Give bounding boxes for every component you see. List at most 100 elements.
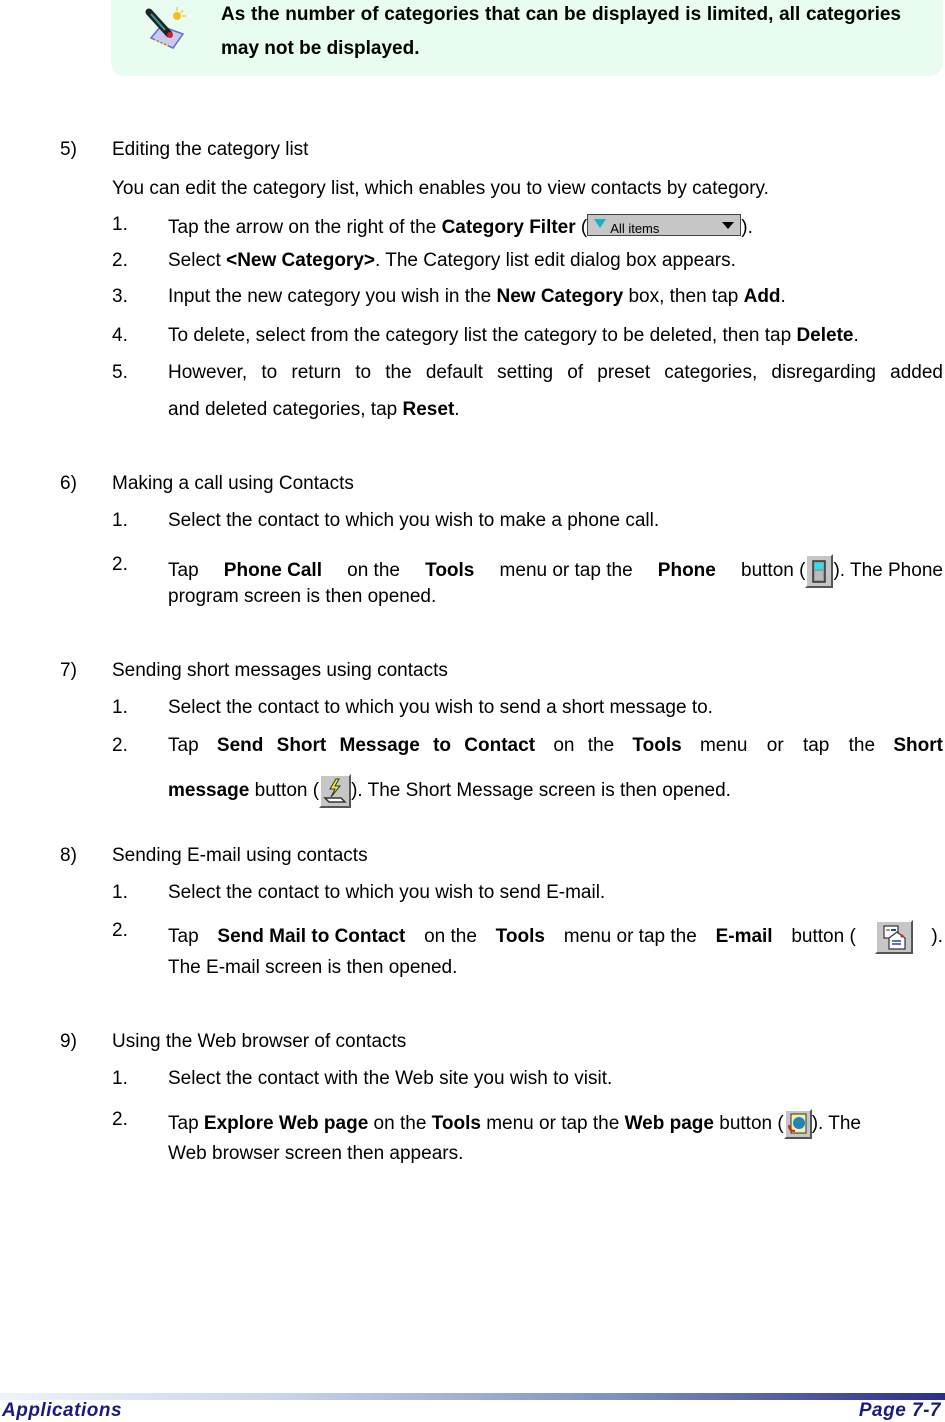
text: . The Category list edit dialog box appe…	[375, 250, 736, 271]
s6-step-2-line2: program screen is then opened.	[168, 586, 437, 607]
s5-step-2: Select <New Category>. The Category list…	[168, 250, 736, 272]
text: ). The	[811, 1113, 861, 1134]
s9-step-2-line2: Web browser screen then appears.	[168, 1143, 464, 1164]
text: Tap	[168, 926, 199, 947]
s8-step-2-num: 2.	[112, 920, 128, 941]
filter-icon	[594, 219, 607, 228]
message-term: message	[168, 780, 250, 801]
s6-step-2-num: 2.	[112, 554, 128, 575]
email-button[interactable]	[874, 920, 913, 954]
tools-term: Tools	[632, 735, 682, 756]
phone-button-ref: button ( ). The Phone	[741, 554, 943, 588]
email-icon	[882, 925, 906, 950]
new-category-term: <New Category>	[226, 250, 375, 271]
text: Tap	[168, 1113, 204, 1134]
delete-term: Delete	[796, 325, 854, 346]
section-6-title: Making a call using Contacts	[112, 473, 354, 494]
text: on the	[553, 735, 615, 756]
phone-term: Phone	[657, 560, 716, 581]
s5-step-5-num: 5.	[112, 362, 128, 383]
text: .	[780, 286, 786, 307]
s9-step-1: Select the contact with the Web site you…	[168, 1068, 613, 1089]
s8-step-2-line1: Tap Send Mail to Contact on the Tools me…	[168, 920, 943, 954]
web-page-button[interactable]	[783, 1109, 812, 1139]
text: on the	[347, 560, 400, 581]
short-term: Short	[893, 735, 943, 756]
s7-step-2-line2: message button ( ). The Short Message sc…	[168, 774, 731, 808]
category-filter-dropdown[interactable]: All items	[587, 214, 742, 236]
section-8-number: 8)	[60, 845, 77, 866]
add-term: Add	[743, 286, 781, 307]
s6-step-2-line1: Tap Phone Call on the Tools menu or tap …	[168, 554, 943, 588]
globe-icon	[787, 1113, 807, 1134]
s9-step-2-line1: Tap Explore Web page on the Tools menu o…	[168, 1109, 861, 1139]
text: menu or tap the	[699, 735, 876, 756]
s5-step-3-num: 3.	[112, 286, 128, 307]
footer-page-number: Page 7-7	[858, 1400, 941, 1421]
s9-step-1-num: 1.	[112, 1068, 128, 1089]
text: and deleted categories, tap	[168, 399, 403, 420]
text: To delete, select from the category list…	[168, 325, 797, 346]
section-5-number: 5)	[60, 139, 77, 160]
footer-divider	[0, 1393, 945, 1400]
send-mail-term: Send Mail to Contact	[217, 926, 406, 947]
section-5-title: Editing the category list	[112, 139, 309, 160]
text: ). The Short Message screen is then open…	[351, 780, 731, 801]
text: button (	[791, 926, 856, 947]
web-page-term: Web page	[624, 1113, 714, 1134]
section-9-number: 9)	[60, 1031, 77, 1052]
s6-step-1: Select the contact to which you wish to …	[168, 510, 660, 531]
s5-step-5-line2: and deleted categories, tap Reset.	[168, 399, 460, 421]
tools-term: Tools	[425, 560, 475, 581]
s5-step-1: Tap the arrow on the right of the Catego…	[168, 214, 753, 239]
send-short-message-term: Send Short Message to Contact	[216, 735, 536, 756]
text: ).	[741, 217, 753, 238]
category-filter-term: Category Filter	[441, 217, 576, 238]
phone-button[interactable]	[805, 554, 834, 588]
text: menu or tap the	[563, 926, 697, 947]
section-8-title: Sending E-mail using contacts	[112, 845, 368, 866]
s7-step-1-num: 1.	[112, 697, 128, 718]
s7-step-2-line1: Tap Send Short Message to Contact on the…	[168, 735, 943, 757]
s7-step-1: Select the contact to which you wish to …	[168, 697, 713, 718]
footer-section-title: Applications	[2, 1400, 123, 1421]
text: menu or tap the	[499, 560, 633, 581]
phone-icon	[812, 560, 827, 583]
text: menu or tap the	[480, 1113, 625, 1134]
s8-step-1: Select the contact to which you wish to …	[168, 882, 606, 903]
text: on the	[424, 926, 477, 947]
section-6-number: 6)	[60, 473, 77, 494]
s8-step-2-line2: The E-mail screen is then opened.	[168, 957, 458, 978]
text: (	[575, 217, 588, 238]
section-7-title: Sending short messages using contacts	[112, 660, 448, 681]
s9-step-2-num: 2.	[112, 1109, 128, 1130]
text: ).	[931, 926, 943, 947]
note-text: As the number of categories that can be …	[221, 4, 901, 59]
short-message-button[interactable]	[319, 774, 352, 808]
email-term: E-mail	[715, 926, 773, 947]
s8-step-1-num: 1.	[112, 882, 128, 903]
chevron-down-icon	[722, 222, 735, 229]
explore-web-page-term: Explore Web page	[203, 1113, 369, 1134]
category-filter-value: All items	[610, 221, 660, 236]
tools-term: Tools	[495, 926, 545, 947]
section-5-intro: You can edit the category list, which en…	[112, 178, 769, 199]
text: .	[853, 325, 859, 346]
text: Select	[168, 250, 227, 271]
text: Tap	[168, 560, 199, 581]
text: Tap the arrow on the right of the	[168, 217, 442, 238]
pencil-note-icon	[145, 7, 186, 49]
text: button (	[249, 780, 320, 801]
text: button (	[713, 1113, 784, 1134]
reset-term: Reset	[402, 399, 455, 420]
s5-step-4: To delete, select from the category list…	[168, 325, 859, 347]
section-7-number: 7)	[60, 660, 77, 681]
s7-step-2-num: 2.	[112, 735, 128, 756]
text: ). The Phone	[833, 560, 943, 581]
text: on the	[368, 1113, 432, 1134]
text: Input the new category you wish in the	[168, 286, 497, 307]
tools-term: Tools	[431, 1113, 481, 1134]
s5-step-1-num: 1.	[112, 214, 128, 235]
s5-step-5-line1: However, to return to the default settin…	[168, 362, 943, 383]
phone-call-term: Phone Call	[223, 560, 322, 581]
